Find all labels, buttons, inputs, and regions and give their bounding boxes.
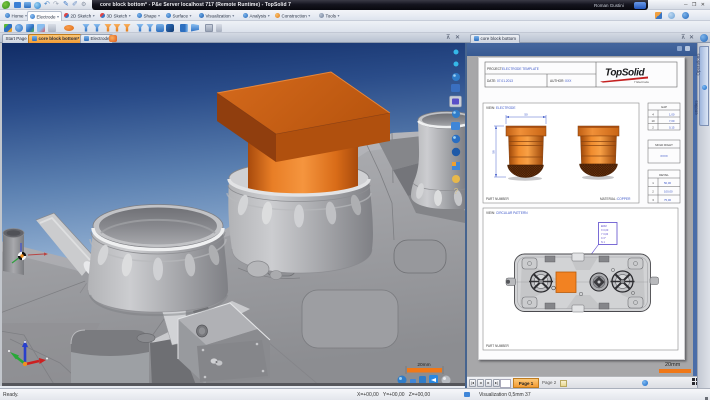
svg-text:20mm: 20mm: [417, 362, 430, 368]
svg-text:COPPER: COPPER: [617, 197, 631, 201]
svg-text:N 1: N 1: [601, 241, 606, 244]
svg-text:7 Electrode: 7 Electrode: [634, 80, 650, 84]
svg-text:75,00: 75,00: [664, 198, 671, 202]
svg-text:AUTHOR:: AUTHOR:: [550, 79, 564, 83]
svg-text:VIEW:: VIEW:: [486, 106, 495, 110]
svg-text:PROJECT:: PROJECT:: [487, 67, 503, 71]
svg-text:TopSolid: TopSolid: [605, 68, 645, 79]
svg-text:Y 0,00: Y 0,00: [601, 233, 609, 236]
svg-text:X 0,00: X 0,00: [601, 229, 609, 232]
svg-text:DATE:: DATE:: [487, 79, 496, 83]
svg-text:CIRCULAR PATTERN: CIRCULAR PATTERN: [496, 211, 528, 215]
svg-text:VIEW:: VIEW:: [486, 211, 495, 215]
svg-text:07.01.2013: 07.01.2013: [497, 79, 513, 83]
svg-text:ELECTRODE: ELECTRODE: [496, 106, 515, 110]
svg-text:?: ?: [454, 187, 459, 196]
svg-text:MOLD RIGHT: MOLD RIGHT: [655, 143, 673, 147]
svg-text:ELECTRODE TEMPLATE: ELECTRODE TEMPLATE: [502, 67, 539, 71]
svg-text:10: 10: [651, 119, 655, 123]
svg-text:50: 50: [524, 113, 528, 117]
svg-text:C 0°: C 0°: [601, 237, 606, 240]
svg-text:0,15: 0,15: [669, 126, 675, 130]
svg-text:1,00: 1,00: [669, 113, 675, 117]
svg-text:EDM: EDM: [601, 225, 607, 228]
svg-text:100,00: 100,00: [664, 190, 673, 194]
svg-text:PART NUMBER: PART NUMBER: [486, 197, 510, 201]
svg-text:DETAIL: DETAIL: [659, 173, 669, 177]
svg-text:PART NUMBER: PART NUMBER: [486, 344, 510, 348]
svg-text:GAP: GAP: [661, 105, 667, 109]
svg-text:XXX: XXX: [565, 79, 572, 83]
svg-text:XXXX: XXXX: [660, 154, 668, 158]
svg-text:7,00: 7,00: [669, 119, 675, 123]
svg-text:58: 58: [492, 150, 496, 154]
svg-text:50,00: 50,00: [664, 181, 671, 185]
svg-text:MATERIAL:: MATERIAL:: [600, 197, 617, 201]
